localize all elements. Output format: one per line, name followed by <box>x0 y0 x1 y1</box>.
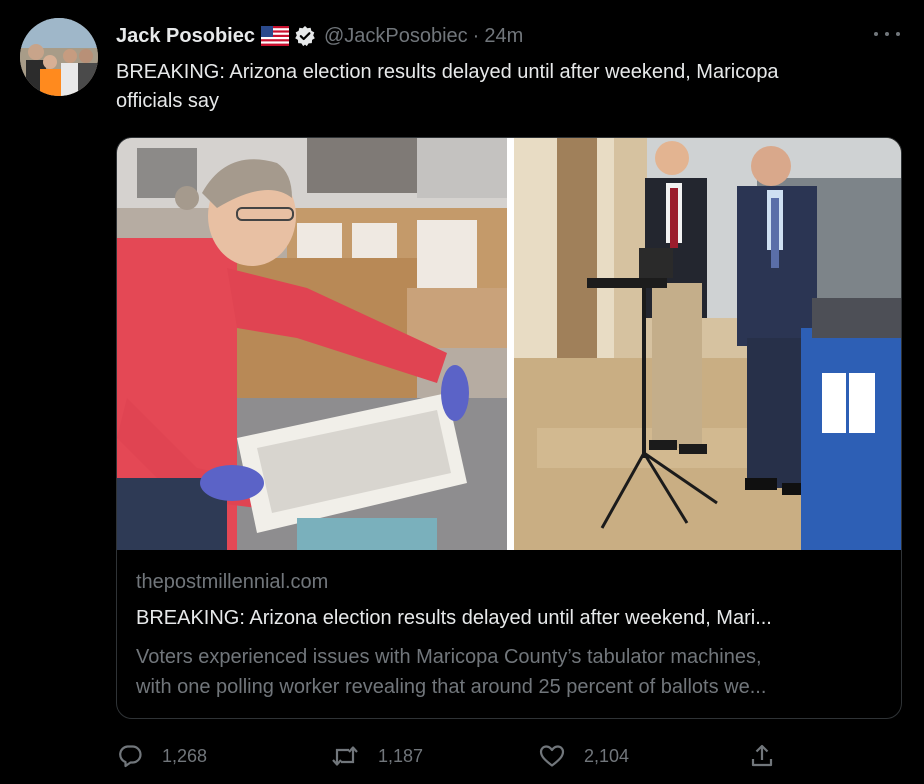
tweet-actions: 1,268 1,187 2,104 <box>116 740 796 772</box>
retweet-icon <box>330 742 360 770</box>
card-body[interactable]: thepostmillennial.com BREAKING: Arizona … <box>117 550 901 718</box>
more-dot-icon <box>885 32 889 36</box>
ballot-worker-photo <box>117 138 507 550</box>
like-count: 2,104 <box>584 745 630 766</box>
reply-icon <box>116 742 144 770</box>
share-icon <box>748 742 776 770</box>
verified-badge-icon <box>294 25 316 47</box>
card-image[interactable] <box>117 138 901 550</box>
card-description-line: Voters experienced issues with Maricopa … <box>136 646 762 668</box>
heart-icon <box>538 742 566 770</box>
more-dot-icon <box>874 32 878 36</box>
reply-count: 1,268 <box>162 745 208 766</box>
more-options-button[interactable] <box>874 24 900 44</box>
tweet-timestamp[interactable]: 24m <box>484 25 523 48</box>
card-title: BREAKING: Arizona election results delay… <box>136 607 772 629</box>
tweet-text: BREAKING: Arizona election results delay… <box>116 58 906 116</box>
more-dot-icon <box>896 32 900 36</box>
retweet-count: 1,187 <box>378 745 424 766</box>
author-handle[interactable]: @JackPosobiec <box>324 25 468 48</box>
tweet-text-line: BREAKING: Arizona election results delay… <box>116 61 779 83</box>
tweet-header: Jack Posobiec @JackPosobiec · 24m <box>116 22 523 50</box>
reply-button[interactable]: 1,268 <box>116 740 207 772</box>
author-display-name[interactable]: Jack Posobiec <box>116 25 255 48</box>
tweet-text-line: officials say <box>116 90 220 112</box>
press-conference-photo <box>514 138 901 550</box>
card-domain: thepostmillennial.com <box>136 571 329 593</box>
card-description-line: with one polling worker revealing that a… <box>136 676 767 698</box>
retweet-button[interactable]: 1,187 <box>330 740 423 772</box>
separator-dot: · <box>472 24 480 47</box>
us-flag-icon <box>260 26 289 46</box>
avatar[interactable] <box>20 18 98 96</box>
link-card[interactable]: thepostmillennial.com BREAKING: Arizona … <box>116 137 902 719</box>
tweet[interactable]: Jack Posobiec @JackPosobiec · 24m BREAKI… <box>0 0 924 784</box>
like-button[interactable]: 2,104 <box>538 740 629 772</box>
card-description: Voters experienced issues with Maricopa … <box>136 642 886 702</box>
share-button[interactable] <box>748 740 776 772</box>
